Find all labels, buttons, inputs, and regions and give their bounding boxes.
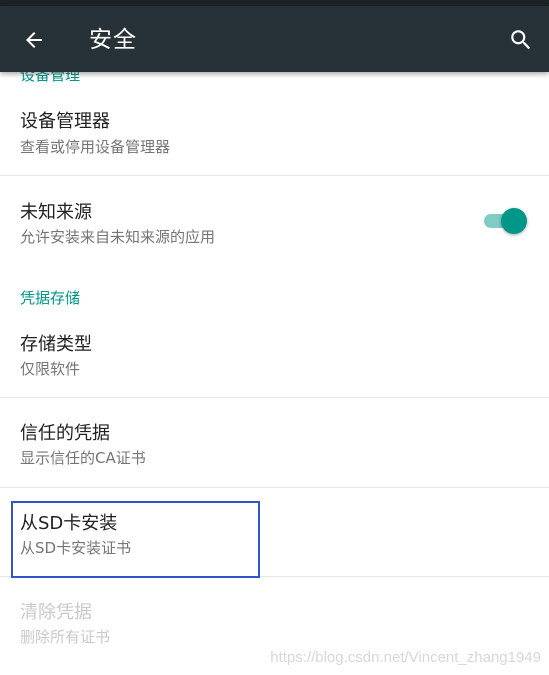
unknown-sources-toggle[interactable] <box>484 208 528 234</box>
arrow-back-icon <box>26 32 42 48</box>
pref-title: 存储类型 <box>20 334 92 355</box>
pref-device-admins[interactable]: 设备管理器 查看或停用设备管理器 <box>0 94 549 175</box>
section-header-credential-storage: 凭据存储 <box>20 289 81 307</box>
app-toolbar: 安全 <box>0 6 549 72</box>
search-button[interactable] <box>503 22 539 58</box>
pref-summary: 显示信任的CA证书 <box>20 449 146 467</box>
search-icon <box>511 30 531 50</box>
pref-title: 未知来源 <box>20 202 92 223</box>
pref-trusted-credentials[interactable]: 信任的凭据 显示信任的CA证书 <box>0 398 549 487</box>
pref-unknown-sources[interactable]: 未知来源 允许安装来自未知来源的应用 <box>0 176 549 266</box>
toggle-thumb <box>501 208 527 234</box>
pref-title: 清除凭据 <box>20 602 92 623</box>
pref-title: 信任的凭据 <box>20 423 110 444</box>
pref-summary: 允许安装来自未知来源的应用 <box>20 228 216 246</box>
pref-summary: 查看或停用设备管理器 <box>20 138 171 156</box>
pref-summary: 仅限软件 <box>20 360 81 378</box>
pref-install-from-sd[interactable]: 从SD卡安装 从SD卡安装证书 <box>0 488 549 576</box>
pref-storage-type[interactable]: 存储类型 仅限软件 <box>0 316 549 397</box>
section-header-device-admin: 设备管理 <box>20 72 81 84</box>
pref-summary: 删除所有证书 <box>20 628 111 646</box>
watermark: https://blog.csdn.net/Vincent_zhang1949 <box>270 649 541 666</box>
pref-title: 设备管理器 <box>20 111 110 132</box>
pref-title: 从SD卡安装 <box>20 513 118 534</box>
settings-list: 设备管理 设备管理器 查看或停用设备管理器 未知来源 允许安装来自未知来源的应用… <box>0 72 549 675</box>
page-title: 安全 <box>89 27 137 53</box>
back-button[interactable] <box>16 22 52 58</box>
pref-summary: 从SD卡安装证书 <box>20 539 132 557</box>
